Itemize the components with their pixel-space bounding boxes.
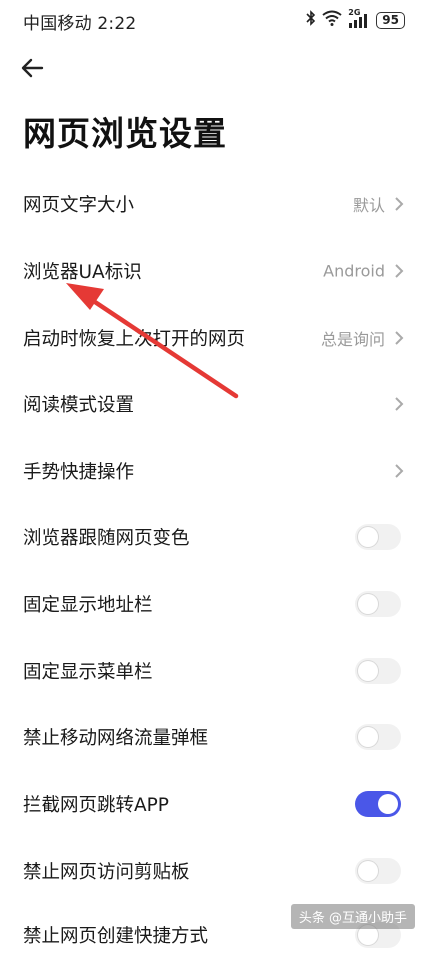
setting-row-reading-mode[interactable]: 阅读模式设置 — [0, 371, 427, 437]
toggle-switch[interactable] — [355, 524, 401, 550]
setting-value: 总是询问 — [320, 330, 385, 349]
setting-label: 浏览器UA标识 — [23, 262, 142, 283]
toggle-switch[interactable] — [355, 658, 401, 684]
setting-label: 拦截网页跳转APP — [23, 795, 169, 816]
toggle-switch[interactable] — [355, 791, 401, 817]
setting-row-font-size[interactable]: 网页文字大小 默认 — [0, 171, 427, 237]
toggle-knob — [358, 594, 378, 614]
setting-label: 浏览器跟随网页变色 — [23, 528, 190, 549]
setting-row-gestures[interactable]: 手势快捷操作 — [0, 438, 427, 504]
setting-label: 禁止移动网络流量弹框 — [23, 728, 209, 749]
toggle-knob — [358, 661, 378, 681]
setting-row-clipboard-access: 禁止网页访问剪贴板 — [0, 838, 427, 904]
cell-signal-icon: 2G — [348, 8, 370, 29]
page-title: 网页浏览设置 — [23, 114, 227, 153]
chevron-right-icon — [395, 464, 404, 478]
back-arrow-icon — [21, 58, 44, 78]
setting-row-restore-pages[interactable]: 启动时恢复上次打开的网页 总是询问 — [0, 305, 427, 371]
toggle-knob — [378, 794, 398, 814]
setting-label: 网页文字大小 — [23, 195, 135, 216]
setting-label: 阅读模式设置 — [23, 395, 135, 416]
setting-label: 禁止网页访问剪贴板 — [23, 862, 190, 883]
chevron-right-icon — [395, 397, 404, 411]
bluetooth-icon — [306, 10, 316, 30]
setting-row-mobile-data-popup: 禁止移动网络流量弹框 — [0, 704, 427, 770]
setting-row-fixed-menu-bar: 固定显示菜单栏 — [0, 638, 427, 704]
chevron-right-icon — [395, 197, 404, 211]
setting-label: 固定显示地址栏 — [23, 595, 153, 616]
setting-label: 启动时恢复上次打开的网页 — [23, 329, 246, 350]
battery-indicator: 95 — [376, 11, 405, 29]
chevron-right-icon — [395, 331, 404, 345]
status-icons: 2G 95 — [306, 8, 405, 30]
setting-row-ua[interactable]: 浏览器UA标识 Android — [0, 238, 427, 304]
status-bar: 中国移动 2:22 2G 95 — [0, 0, 427, 40]
carrier-time: 中国移动 2:22 — [23, 14, 137, 34]
toggle-knob — [358, 727, 378, 747]
setting-value: 默认 — [352, 196, 385, 215]
toggle-switch[interactable] — [355, 591, 401, 617]
setting-label: 手势快捷操作 — [23, 462, 135, 483]
chevron-right-icon — [395, 264, 404, 278]
setting-row-follow-page-color: 浏览器跟随网页变色 — [0, 504, 427, 570]
wifi-icon — [322, 10, 342, 30]
setting-label: 固定显示菜单栏 — [23, 662, 153, 683]
toggle-knob — [358, 861, 378, 881]
toggle-switch[interactable] — [355, 724, 401, 750]
setting-label: 禁止网页创建快捷方式 — [23, 926, 209, 947]
setting-value: Android — [323, 261, 385, 281]
back-button[interactable] — [18, 52, 50, 84]
setting-row-block-app-redirect: 拦截网页跳转APP — [0, 771, 427, 837]
toggle-knob — [358, 527, 378, 547]
watermark: 头条 @互通小助手 — [290, 904, 415, 929]
setting-row-fixed-address-bar: 固定显示地址栏 — [0, 571, 427, 637]
toggle-switch[interactable] — [355, 858, 401, 884]
